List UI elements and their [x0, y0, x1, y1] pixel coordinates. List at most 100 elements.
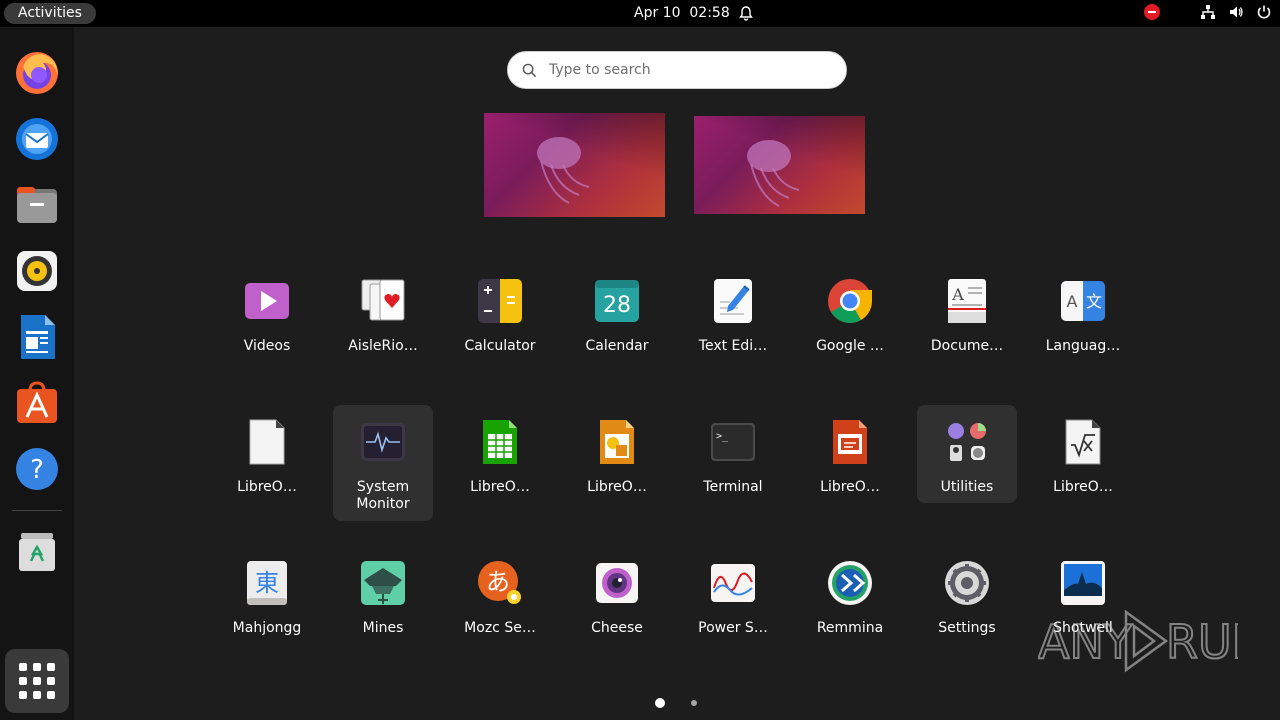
search-icon: [522, 63, 537, 78]
app-settings[interactable]: Settings: [917, 546, 1017, 662]
show-apps-button[interactable]: [5, 649, 69, 713]
system-monitor-icon: [361, 423, 405, 461]
text-editor-icon: [714, 279, 752, 323]
app-system-monitor[interactable]: System Monitor: [333, 405, 433, 521]
time-label: 02:58: [689, 5, 730, 21]
app-calculator[interactable]: Calculator: [450, 264, 550, 380]
mozc-icon: あ: [478, 561, 521, 604]
svg-text:あ: あ: [486, 568, 510, 596]
app-videos[interactable]: Videos: [217, 264, 317, 380]
app-label: LibreO…: [820, 479, 880, 495]
dock-separator: [12, 510, 62, 511]
settings-icon: [945, 561, 989, 605]
top-bar: Activities Apr 10 02:58: [0, 0, 1280, 27]
app-label: AisleRio…: [348, 338, 418, 354]
remmina-icon: [828, 561, 872, 605]
mahjongg-icon: 東: [247, 561, 287, 605]
activities-button[interactable]: Activities: [4, 3, 96, 24]
app-label: Utilities: [940, 479, 994, 495]
svg-text:文: 文: [1086, 292, 1102, 311]
app-label: LibreO…: [237, 479, 297, 495]
app-terminal[interactable]: >_ Terminal: [683, 405, 783, 521]
app-label: Remmina: [816, 620, 884, 636]
power-icon[interactable]: [1256, 4, 1272, 20]
network-icon[interactable]: [1200, 4, 1216, 20]
rhythmbox-icon[interactable]: [13, 247, 61, 295]
libreoffice-draw-icon: [600, 420, 634, 464]
do-not-disturb-icon[interactable]: [1144, 4, 1160, 20]
calendar-day-badge: 28: [603, 293, 631, 318]
app-cheese[interactable]: Cheese: [567, 546, 667, 662]
workspace-thumbnail-2[interactable]: [694, 116, 865, 214]
app-calendar[interactable]: 28 Calendar: [567, 264, 667, 380]
app-label: Google …: [816, 338, 884, 354]
search-entry[interactable]: Type to search: [507, 51, 847, 89]
app-label: Cheese: [591, 620, 643, 636]
shotwell-icon: [1061, 561, 1105, 605]
workspace-thumbnail-1[interactable]: [484, 113, 665, 217]
jellyfish-wallpaper-icon: [537, 137, 590, 204]
svg-text:A: A: [1067, 292, 1078, 311]
libreoffice-calc-icon: [483, 420, 517, 464]
app-mozc-setup[interactable]: あ Mozc Se…: [450, 546, 550, 662]
app-label: Terminal: [703, 479, 763, 495]
date-label: Apr 10: [634, 5, 681, 21]
app-label: LibreO…: [1053, 479, 1113, 495]
document-viewer-icon: A: [948, 279, 986, 323]
dock: ?: [0, 27, 74, 720]
cheese-icon: [596, 563, 638, 603]
firefox-icon[interactable]: [13, 49, 61, 97]
system-tray[interactable]: [1144, 4, 1272, 20]
libreoffice-icon: [249, 419, 285, 465]
app-folder-utilities[interactable]: Utilities: [917, 405, 1017, 503]
app-libreoffice-math[interactable]: LibreO…: [1033, 405, 1133, 521]
videos-icon: [245, 283, 289, 319]
svg-text:?: ?: [30, 455, 44, 485]
app-power-statistics[interactable]: Power S…: [683, 546, 783, 662]
app-language-support[interactable]: A 文 Languag…: [1033, 264, 1133, 380]
app-document-viewer[interactable]: A Docume…: [917, 264, 1017, 380]
help-icon[interactable]: ?: [13, 445, 61, 493]
page-indicator-1[interactable]: [655, 698, 665, 708]
app-libreoffice-draw[interactable]: LibreO…: [567, 405, 667, 521]
volume-icon[interactable]: [1228, 4, 1244, 20]
svg-text:>_: >_: [716, 431, 729, 442]
app-center-icon[interactable]: [13, 379, 61, 427]
libreoffice-writer-icon[interactable]: [13, 313, 61, 361]
terminal-icon: >_: [711, 423, 755, 461]
aisleriot-icon: [361, 279, 405, 321]
app-label: System Monitor: [356, 479, 410, 512]
thunderbird-icon[interactable]: [13, 115, 61, 163]
app-libreoffice[interactable]: LibreO…: [217, 405, 317, 521]
app-libreoffice-impress[interactable]: LibreO…: [800, 405, 900, 521]
app-label: Calendar: [585, 338, 649, 354]
power-statistics-icon: [711, 564, 755, 602]
app-label: Mines: [362, 620, 404, 636]
app-mines[interactable]: Mines: [333, 546, 433, 662]
files-icon[interactable]: [13, 181, 61, 229]
app-libreoffice-calc[interactable]: LibreO…: [450, 405, 550, 521]
app-remmina[interactable]: Remmina: [800, 546, 900, 662]
chrome-icon: [828, 279, 872, 323]
app-aisleriot[interactable]: AisleRio…: [333, 264, 433, 380]
clock[interactable]: Apr 10 02:58: [634, 4, 730, 22]
app-label: Docume…: [930, 338, 1004, 354]
page-indicator-2[interactable]: [691, 700, 697, 706]
app-text-editor[interactable]: Text Edi…: [683, 264, 783, 380]
mines-icon: [361, 561, 405, 605]
app-label: Languag…: [1045, 338, 1121, 354]
app-label: LibreO…: [587, 479, 647, 495]
svg-text:RUN: RUN: [1166, 615, 1238, 669]
app-label: Text Edi…: [698, 338, 768, 354]
language-icon: A 文: [1061, 281, 1105, 321]
app-label: Calculator: [464, 338, 536, 354]
app-mahjongg[interactable]: 東 Mahjongg: [217, 546, 317, 662]
app-label: Mozc Se…: [464, 620, 536, 636]
svg-text:A: A: [951, 285, 964, 304]
trash-icon[interactable]: [13, 527, 61, 575]
app-google-chrome[interactable]: Google …: [800, 264, 900, 380]
app-label: Power S…: [698, 620, 768, 636]
notification-bell-icon[interactable]: [738, 5, 754, 21]
jellyfish-wallpaper-icon: [747, 140, 800, 207]
app-label: Mahjongg: [232, 620, 302, 636]
